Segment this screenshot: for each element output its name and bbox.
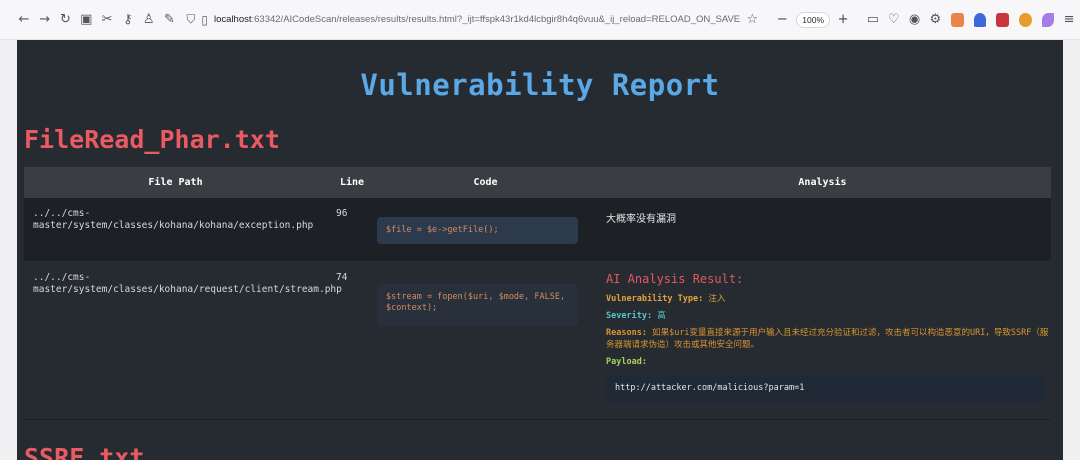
wrench-icon[interactable]: ✎	[160, 9, 180, 31]
zoom-in-button[interactable]: +	[832, 9, 854, 31]
payload: Payload:	[606, 356, 1051, 368]
vulnerability-type: Vulnerability Type: 注入	[606, 293, 1051, 305]
back-icon[interactable]: ←	[14, 9, 34, 31]
reasons: Reasons: 如果$uri变量直接来源于用户输入且未经过充分验证和过滤，攻击…	[606, 327, 1051, 351]
shield-icon: ⛉	[186, 12, 196, 26]
extensions-icon[interactable]: ⚙	[925, 9, 945, 31]
reasons-value: 如果$uri变量直接来源于用户输入且未经过充分验证和过滤，攻击者可以构造恶意的U…	[606, 328, 1049, 350]
file-path-cell: ../../cms-master/system/classes/kohana/k…	[33, 208, 314, 231]
url-host: localhost	[214, 14, 252, 25]
table-header: File Path Line Code Analysis	[24, 167, 1051, 198]
file-path-cell: ../../cms-master/system/classes/kohana/r…	[33, 272, 342, 295]
pocket-icon[interactable]: ♡	[884, 9, 904, 31]
code-snippet: $stream = fopen($uri, $mode, FALSE, $con…	[377, 284, 578, 326]
header-code: Code	[473, 177, 498, 188]
code-cell: $file = $e->getFile();	[377, 198, 594, 244]
account-icon[interactable]: ◉	[905, 9, 925, 31]
table-row: ../../cms-master/system/classes/kohana/k…	[24, 198, 1051, 262]
save-icon[interactable]: ▣	[76, 9, 96, 31]
browser-toolbar: ← → ↻ ▣ ✂ ⚷ ♙ ✎ ⛉ ▯ localhost:63342/AICo…	[0, 0, 1080, 40]
extension-leaf-icon[interactable]	[1041, 12, 1055, 27]
table-row: ../../cms-master/system/classes/kohana/r…	[24, 262, 1051, 420]
severity-label: Severity:	[606, 311, 653, 321]
zoom-out-button[interactable]: −	[771, 9, 793, 31]
line-cell: 74	[336, 272, 348, 283]
ai-analysis-title: AI Analysis Result:	[606, 272, 744, 286]
analysis-cell: 大概率没有漏洞	[606, 214, 676, 225]
line-cell: 96	[336, 208, 348, 219]
vulnerability-type-label: Vulnerability Type:	[606, 294, 704, 304]
extension-fox-icon[interactable]	[951, 12, 964, 27]
bookmark-star-icon[interactable]: ☆	[742, 9, 762, 31]
section-title: SSRF.txt	[24, 443, 145, 460]
url-text[interactable]: localhost:63342/AICodeScan/releases/resu…	[214, 14, 740, 25]
vulnerability-type-value: 注入	[708, 294, 726, 304]
key-icon[interactable]: ⚷	[118, 9, 138, 31]
zoom-controls: − 100% +	[771, 9, 855, 31]
section-title: FileRead_Phar.txt	[24, 125, 280, 154]
folder-icon[interactable]: ▭	[863, 9, 883, 31]
extension-shield-icon[interactable]	[996, 12, 1009, 27]
url-path: :63342/AICodeScan/releases/results/resul…	[251, 14, 741, 25]
report-page: Vulnerability Report FileRead_Phar.txt F…	[17, 40, 1063, 460]
page-title: Vulnerability Report	[360, 68, 720, 102]
payload-label: Payload:	[606, 357, 647, 367]
person-icon[interactable]: ♙	[139, 9, 159, 31]
severity: Severity: 高	[606, 310, 1051, 322]
zoom-level[interactable]: 100%	[796, 11, 831, 28]
reasons-label: Reasons:	[606, 328, 647, 338]
forward-icon[interactable]: →	[35, 9, 55, 31]
severity-value: 高	[657, 311, 666, 321]
header-analysis: Analysis	[798, 177, 847, 188]
header-file-path: File Path	[148, 177, 203, 188]
extension-triangle-icon[interactable]	[973, 12, 987, 27]
ai-analysis-cell: AI Analysis Result: Vulnerability Type: …	[594, 262, 1051, 403]
menu-icon[interactable]: ≡	[1059, 9, 1079, 31]
results-table: File Path Line Code Analysis ../../cms-m…	[24, 167, 1051, 420]
header-line: Line	[339, 177, 365, 188]
extension-circle-icon[interactable]	[1019, 12, 1032, 27]
code-cell: $stream = fopen($uri, $mode, FALSE, $con…	[377, 262, 594, 326]
scissors-icon[interactable]: ✂	[97, 9, 117, 31]
url-bar[interactable]: ⛉ ▯ localhost:63342/AICodeScan/releases/…	[186, 7, 742, 33]
page-icon: ▯	[201, 12, 208, 27]
reload-icon[interactable]: ↻	[56, 9, 76, 31]
payload-value: http://attacker.com/malicious?param=1	[606, 375, 1046, 403]
code-snippet: $file = $e->getFile();	[377, 217, 578, 244]
